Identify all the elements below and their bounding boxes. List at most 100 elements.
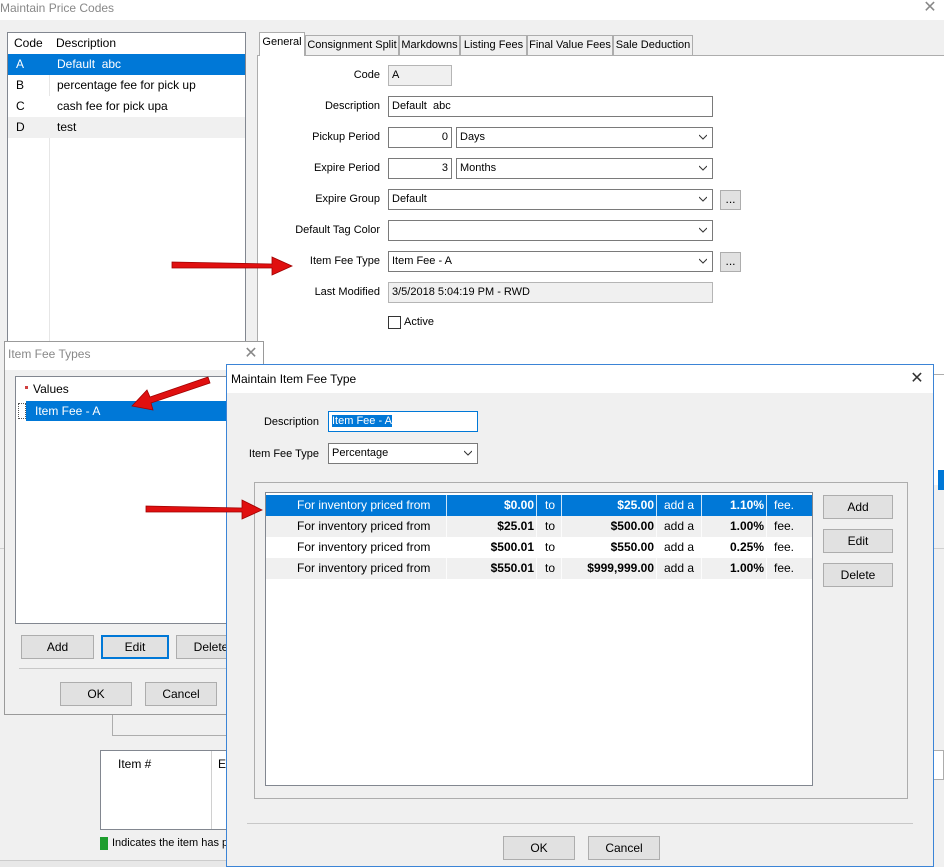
from-value: $500.01 [490,540,534,554]
e-column-header[interactable]: E [218,757,226,771]
fee-row[interactable]: For inventory priced from $25.01 to $500… [266,516,812,537]
ok-button[interactable]: OK [60,682,132,706]
window-title: Maintain Item Fee Type [231,372,357,386]
column-divider [766,495,767,579]
range-text: For inventory priced from [297,561,431,575]
fee-text: fee. [774,498,795,512]
tab-consignment-split[interactable]: Consignment Split [305,35,399,55]
expire-unit-dropdown[interactable]: Months [456,158,713,179]
column-divider [536,495,537,579]
percent-value: 1.10% [729,498,764,512]
active-checkbox[interactable] [388,316,401,329]
fee-type-values-list[interactable]: Values Item Fee - A [15,376,245,624]
to-value: $500.00 [610,519,654,533]
item-label: Item Fee - A [35,404,101,418]
code-column-header[interactable]: Code [14,33,43,54]
item-fee-type-value: Percentage [332,447,389,459]
list-item[interactable]: Item Fee - A [26,401,244,421]
chevron-down-icon [699,258,707,264]
item-number-column-header[interactable]: Item # [118,757,151,771]
tab-final-value-fees[interactable]: Final Value Fees [527,35,613,55]
tab-sale-deduction[interactable]: Sale Deduction [613,35,693,55]
fee-text: fee. [774,540,795,554]
expire-group-label: Expire Group [315,193,380,205]
item-fee-type-dropdown[interactable]: Item Fee - A [388,251,713,272]
description-cell: test [57,120,77,134]
to-text: to [545,540,556,554]
separator [247,823,913,824]
close-icon[interactable]: ✕ [241,344,261,364]
last-modified-field: 3/5/2018 5:04:19 PM - RWD [388,282,713,303]
fee-rows-grid[interactable]: For inventory priced from $0.00 to $25.0… [265,492,813,786]
expire-period-field[interactable]: 3 [388,158,452,179]
fee-row[interactable]: For inventory priced from $550.01 to $99… [266,558,812,579]
pickup-period-field[interactable]: 0 [388,127,452,148]
description-column-header[interactable]: Description [56,33,116,54]
to-value: $25.00 [617,498,654,512]
expire-group-value: Default [392,193,427,205]
code-field: A [388,65,452,86]
delete-fee-row-button[interactable]: Delete [823,563,893,587]
column-divider [701,495,702,579]
bottom-status-strip [0,860,230,867]
item-fee-type-browse-button[interactable]: ... [720,252,741,272]
close-icon[interactable]: ✕ [920,0,940,18]
list-header: Code Description [8,33,245,54]
expire-group-browse-button[interactable]: ... [720,190,741,210]
chevron-down-icon [699,165,707,171]
window-title: Maintain Price Codes [0,1,115,15]
expire-unit-value: Months [460,162,497,174]
tab-general[interactable]: General [259,32,305,56]
title-bar: Maintain Item Fee Type ✕ [227,365,933,393]
item-fee-type-label: Item Fee Type [248,448,319,460]
code-cell: C [16,99,25,113]
right-edge-bar [933,375,944,485]
fee-text: fee. [774,561,795,575]
price-code-list[interactable]: Code Description A Default abc B percent… [7,32,246,350]
description-cell: Default abc [57,57,122,71]
edit-fee-row-button[interactable]: Edit [823,529,893,553]
pickup-unit-value: Days [460,131,486,143]
description-cell: cash fee for pick upa [57,99,168,113]
list-item[interactable]: D test [8,117,245,138]
legend-swatch [100,837,108,850]
list-item[interactable]: A Default abc [8,54,245,75]
chevron-down-icon [464,450,472,456]
add-button[interactable]: Add [21,635,94,659]
range-text: For inventory priced from [297,519,431,533]
description-field[interactable]: Item Fee - A [328,411,478,432]
edit-button[interactable]: Edit [101,635,169,659]
cancel-button[interactable]: Cancel [145,682,217,706]
close-icon[interactable]: ✕ [907,369,927,389]
pickup-unit-dropdown[interactable]: Days [456,127,713,148]
from-value: $0.00 [503,498,534,512]
title-bar: Maintain Price Codes ✕ [0,0,944,20]
fee-text: fee. [774,519,795,533]
ok-button[interactable]: OK [503,836,575,860]
list-item[interactable]: C cash fee for pick upa [8,96,245,117]
row-selector-box [18,403,26,419]
legend-text: Indicates the item has p [112,837,229,849]
item-grid[interactable]: Item # E [100,750,240,830]
percent-value: 1.00% [729,519,764,533]
default-tag-color-dropdown[interactable] [388,220,713,241]
fee-row[interactable]: For inventory priced from $500.01 to $55… [266,537,812,558]
title-bar: Item Fee Types ✕ [5,342,263,370]
code-label: Code [353,69,380,81]
percent-value: 0.25% [729,540,764,554]
add-a-text: add a [664,498,695,512]
add-a-text: add a [664,540,695,554]
expire-group-dropdown[interactable]: Default [388,189,713,210]
description-label: Description [324,100,380,112]
description-field[interactable]: Default abc [388,96,713,117]
item-fee-type-dropdown[interactable]: Percentage [328,443,478,464]
cancel-button[interactable]: Cancel [588,836,660,860]
range-text: For inventory priced from [297,498,431,512]
from-value: $25.01 [497,519,534,533]
add-fee-row-button[interactable]: Add [823,495,893,519]
fee-row[interactable]: For inventory priced from $0.00 to $25.0… [266,495,812,516]
tab-markdowns[interactable]: Markdowns [399,35,460,55]
column-divider [446,495,447,579]
tab-listing-fees[interactable]: Listing Fees [460,35,527,55]
list-item[interactable]: B percentage fee for pick up [8,75,245,96]
